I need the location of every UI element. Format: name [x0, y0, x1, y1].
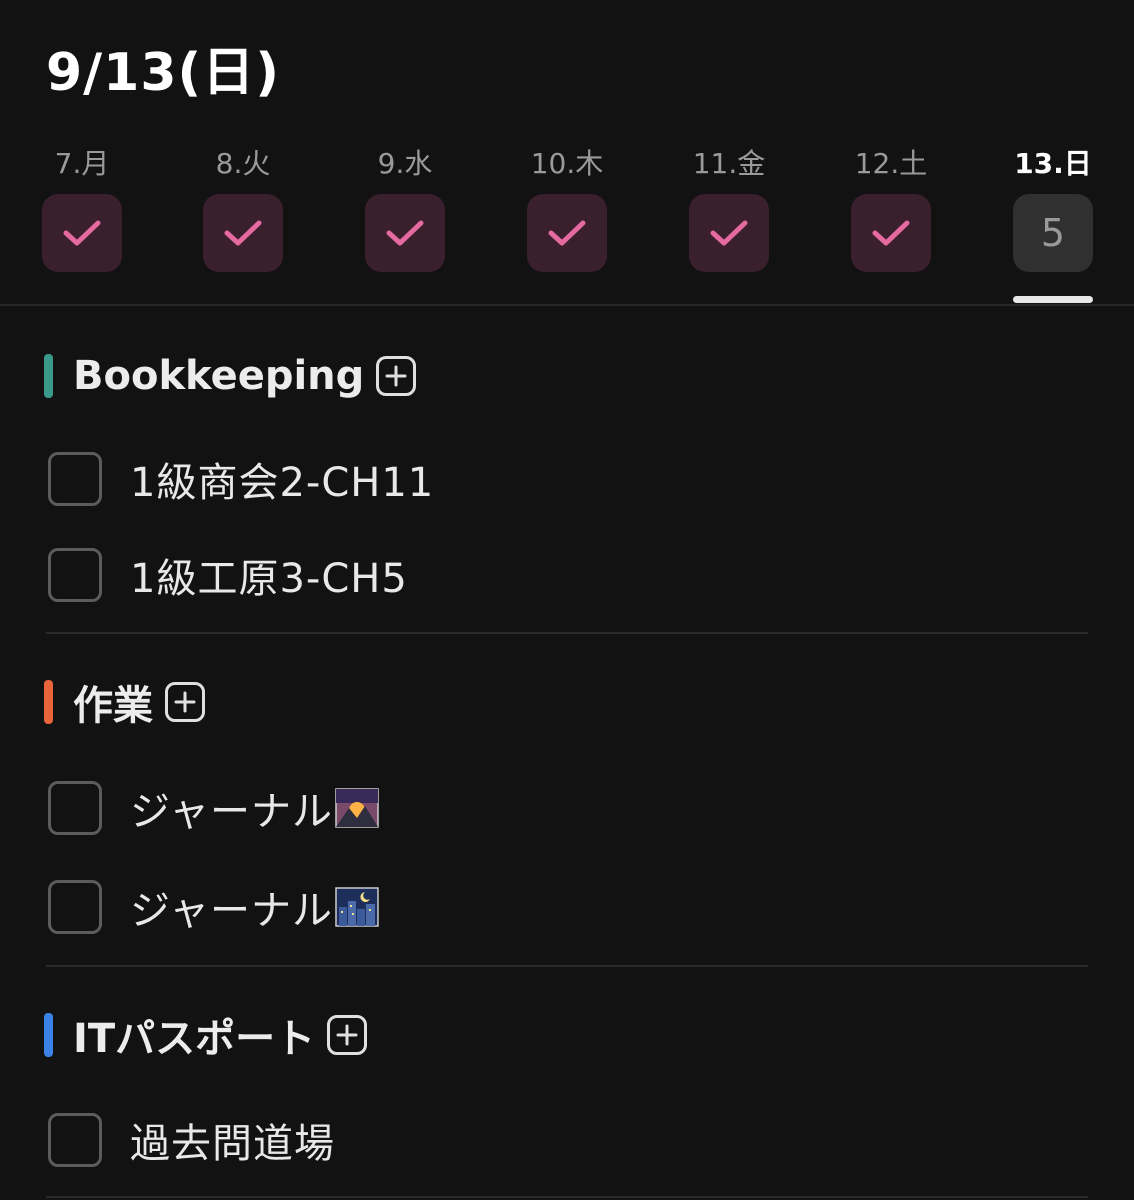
task-label: 1級商会2-CH11	[130, 460, 435, 506]
add-task-button[interactable]	[327, 1015, 368, 1055]
day-label: 9.水	[377, 147, 433, 180]
section-title: ITパスポート	[73, 1016, 316, 1062]
day-8[interactable]: 8.火	[183, 140, 303, 272]
day-done-box[interactable]	[203, 194, 283, 272]
day-label: 12.土	[854, 147, 928, 180]
section-title: 作業	[73, 683, 153, 729]
section-color-bar	[44, 680, 53, 724]
check-icon	[872, 220, 910, 246]
check-icon	[224, 220, 262, 246]
day-label: 13.日	[1014, 147, 1092, 180]
section-header-work: 作業	[44, 677, 205, 729]
task-label: 1級工原3-CH5	[130, 556, 408, 602]
day-9[interactable]: 9.水	[345, 140, 465, 272]
task-label-wrapper: ジャーナル	[130, 779, 379, 837]
section-title: Bookkeeping	[73, 353, 365, 399]
task-checkbox[interactable]	[48, 781, 102, 835]
add-task-button[interactable]	[376, 356, 417, 396]
night-city-icon	[335, 887, 379, 927]
day-done-box[interactable]	[365, 194, 445, 272]
task-label-wrapper: ジャーナル	[130, 878, 379, 936]
add-task-button[interactable]	[165, 682, 205, 722]
task-row[interactable]: ジャーナル	[48, 780, 379, 836]
page-title: 9/13(日)	[46, 43, 281, 103]
task-row[interactable]: 1級工原3-CH5	[48, 547, 408, 603]
section-color-bar	[44, 354, 53, 398]
week-divider	[0, 304, 1134, 306]
check-icon	[710, 220, 748, 246]
day-13-today[interactable]: 13.日 5	[993, 140, 1113, 303]
day-7[interactable]: 7.月	[22, 140, 142, 272]
today-indicator	[1013, 296, 1093, 303]
section-divider	[46, 632, 1088, 634]
plus-icon	[385, 365, 407, 387]
day-label: 11.金	[692, 147, 766, 180]
today-count-box[interactable]: 5	[1013, 194, 1093, 272]
today-count: 5	[1040, 211, 1066, 255]
task-checkbox[interactable]	[48, 1113, 102, 1167]
sunrise-over-mountains-icon	[335, 788, 379, 828]
check-icon	[63, 220, 101, 246]
task-row[interactable]: 過去問道場	[48, 1112, 335, 1168]
plus-icon	[174, 691, 196, 713]
day-12[interactable]: 12.土	[831, 140, 951, 272]
section-divider	[46, 1196, 1088, 1198]
day-label: 10.木	[530, 147, 604, 180]
section-color-bar	[44, 1013, 53, 1057]
task-label: ジャーナル	[130, 888, 333, 934]
check-icon	[386, 220, 424, 246]
day-done-box[interactable]	[689, 194, 769, 272]
day-11[interactable]: 11.金	[669, 140, 789, 272]
task-label: 過去問道場	[130, 1121, 335, 1167]
task-checkbox[interactable]	[48, 548, 102, 602]
task-label: ジャーナル	[130, 789, 333, 835]
day-done-box[interactable]	[851, 194, 931, 272]
task-checkbox[interactable]	[48, 880, 102, 934]
day-done-box[interactable]	[42, 194, 122, 272]
section-header-bookkeeping: Bookkeeping	[44, 351, 417, 401]
section-divider	[46, 965, 1088, 967]
task-checkbox[interactable]	[48, 452, 102, 506]
day-label: 7.月	[54, 147, 110, 180]
day-label: 8.火	[215, 147, 271, 180]
day-10[interactable]: 10.木	[507, 140, 627, 272]
task-row[interactable]: 1級商会2-CH11	[48, 451, 434, 507]
check-icon	[548, 220, 586, 246]
plus-icon	[336, 1024, 358, 1046]
section-header-it-passport: ITパスポート	[44, 1010, 368, 1062]
week-strip: 7.月 8.火 9.水 10.木 11.金 12.土 13.日 5	[0, 140, 1134, 306]
task-row[interactable]: ジャーナル	[48, 879, 379, 935]
day-done-box[interactable]	[527, 194, 607, 272]
